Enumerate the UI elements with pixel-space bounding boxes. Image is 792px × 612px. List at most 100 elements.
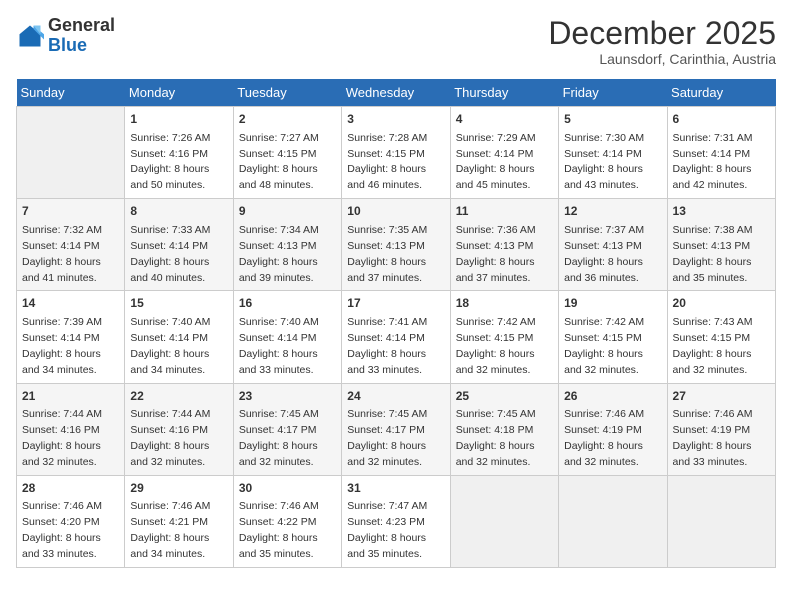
calendar-cell: 22 Sunrise: 7:44 AM Sunset: 4:16 PM Dayli… [125, 383, 233, 475]
calendar-cell: 6 Sunrise: 7:31 AM Sunset: 4:14 PM Daylig… [667, 107, 775, 199]
day-info: Sunrise: 7:35 AM Sunset: 4:13 PM Dayligh… [347, 224, 427, 284]
day-info: Sunrise: 7:44 AM Sunset: 4:16 PM Dayligh… [130, 408, 210, 468]
day-info: Sunrise: 7:34 AM Sunset: 4:13 PM Dayligh… [239, 224, 319, 284]
day-info: Sunrise: 7:36 AM Sunset: 4:13 PM Dayligh… [456, 224, 536, 284]
calendar-cell [17, 107, 125, 199]
calendar-cell: 20 Sunrise: 7:43 AM Sunset: 4:15 PM Dayli… [667, 291, 775, 383]
day-info: Sunrise: 7:32 AM Sunset: 4:14 PM Dayligh… [22, 224, 102, 284]
week-row-5: 28Sunrise: 7:46 AM Sunset: 4:20 PM Dayli… [17, 475, 776, 567]
day-number: 1 [130, 111, 227, 128]
calendar-cell: 8Sunrise: 7:33 AM Sunset: 4:14 PM Daylig… [125, 199, 233, 291]
day-number: 27 [673, 388, 770, 405]
day-number: 10 [347, 203, 444, 220]
month-title: December 2025 [548, 16, 776, 51]
logo-blue-text: Blue [48, 36, 115, 56]
calendar-cell: 9 Sunrise: 7:34 AM Sunset: 4:13 PM Daylig… [233, 199, 341, 291]
day-number: 18 [456, 295, 553, 312]
day-number: 26 [564, 388, 661, 405]
day-number: 11 [456, 203, 553, 220]
page-header: General Blue December 2025 Launsdorf, Ca… [16, 16, 776, 67]
logo-icon [16, 22, 44, 50]
day-info: Sunrise: 7:27 AM Sunset: 4:15 PM Dayligh… [239, 132, 319, 192]
location-subtitle: Launsdorf, Carinthia, Austria [548, 51, 776, 67]
calendar-cell: 31Sunrise: 7:47 AM Sunset: 4:23 PM Dayli… [342, 475, 450, 567]
calendar-cell: 21Sunrise: 7:44 AM Sunset: 4:16 PM Dayli… [17, 383, 125, 475]
day-number: 7 [22, 203, 119, 220]
calendar-cell: 13 Sunrise: 7:38 AM Sunset: 4:13 PM Dayli… [667, 199, 775, 291]
calendar-cell: 23 Sunrise: 7:45 AM Sunset: 4:17 PM Dayli… [233, 383, 341, 475]
week-row-3: 14 Sunrise: 7:39 AM Sunset: 4:14 PM Dayli… [17, 291, 776, 383]
day-number: 30 [239, 480, 336, 497]
calendar-cell: 10 Sunrise: 7:35 AM Sunset: 4:13 PM Dayli… [342, 199, 450, 291]
day-info: Sunrise: 7:29 AM Sunset: 4:14 PM Dayligh… [456, 132, 536, 192]
calendar-cell: 17Sunrise: 7:41 AM Sunset: 4:14 PM Dayli… [342, 291, 450, 383]
day-header-monday: Monday [125, 79, 233, 107]
calendar-cell: 24Sunrise: 7:45 AM Sunset: 4:17 PM Dayli… [342, 383, 450, 475]
day-info: Sunrise: 7:39 AM Sunset: 4:14 PM Dayligh… [22, 316, 102, 376]
day-info: Sunrise: 7:37 AM Sunset: 4:13 PM Dayligh… [564, 224, 644, 284]
day-number: 6 [673, 111, 770, 128]
day-info: Sunrise: 7:47 AM Sunset: 4:23 PM Dayligh… [347, 500, 427, 560]
day-number: 5 [564, 111, 661, 128]
week-row-4: 21 Sunrise: 7:44 AM Sunset: 4:16 PM Dayli… [17, 383, 776, 475]
day-number: 20 [673, 295, 770, 312]
day-number: 3 [347, 111, 444, 128]
day-number: 12 [564, 203, 661, 220]
day-info: Sunrise: 7:28 AM Sunset: 4:15 PM Dayligh… [347, 132, 427, 192]
calendar-cell: 5 Sunrise: 7:30 AM Sunset: 4:14 PM Daylig… [559, 107, 667, 199]
calendar-cell: 26 Sunrise: 7:46 AM Sunset: 4:19 PM Dayli… [559, 383, 667, 475]
day-number: 4 [456, 111, 553, 128]
day-number: 8 [130, 203, 227, 220]
week-row-1: 1 Sunrise: 7:26 AM Sunset: 4:16 PM Daylig… [17, 107, 776, 199]
calendar-cell: 28Sunrise: 7:46 AM Sunset: 4:20 PM Dayli… [17, 475, 125, 567]
calendar-cell [667, 475, 775, 567]
day-info: Sunrise: 7:38 AM Sunset: 4:13 PM Dayligh… [673, 224, 753, 284]
day-number: 19 [564, 295, 661, 312]
day-number: 17 [347, 295, 444, 312]
day-header-wednesday: Wednesday [342, 79, 450, 107]
day-number: 13 [673, 203, 770, 220]
day-info: Sunrise: 7:43 AM Sunset: 4:15 PM Dayligh… [673, 316, 753, 376]
calendar-cell: 15Sunrise: 7:40 AM Sunset: 4:14 PM Dayli… [125, 291, 233, 383]
day-info: Sunrise: 7:42 AM Sunset: 4:15 PM Dayligh… [564, 316, 644, 376]
calendar-cell: 14 Sunrise: 7:39 AM Sunset: 4:14 PM Dayli… [17, 291, 125, 383]
calendar-cell: 27 Sunrise: 7:46 AM Sunset: 4:19 PM Dayli… [667, 383, 775, 475]
calendar-cell: 1 Sunrise: 7:26 AM Sunset: 4:16 PM Daylig… [125, 107, 233, 199]
calendar-cell: 2 Sunrise: 7:27 AM Sunset: 4:15 PM Daylig… [233, 107, 341, 199]
day-header-thursday: Thursday [450, 79, 558, 107]
day-info: Sunrise: 7:31 AM Sunset: 4:14 PM Dayligh… [673, 132, 753, 192]
logo-general-text: General [48, 16, 115, 36]
day-number: 22 [130, 388, 227, 405]
calendar-cell: 25Sunrise: 7:45 AM Sunset: 4:18 PM Dayli… [450, 383, 558, 475]
day-info: Sunrise: 7:46 AM Sunset: 4:19 PM Dayligh… [673, 408, 753, 468]
calendar-cell: 16Sunrise: 7:40 AM Sunset: 4:14 PM Dayli… [233, 291, 341, 383]
calendar-cell: 11 Sunrise: 7:36 AM Sunset: 4:13 PM Dayli… [450, 199, 558, 291]
day-number: 14 [22, 295, 119, 312]
day-info: Sunrise: 7:46 AM Sunset: 4:22 PM Dayligh… [239, 500, 319, 560]
day-info: Sunrise: 7:46 AM Sunset: 4:19 PM Dayligh… [564, 408, 644, 468]
calendar-cell: 4 Sunrise: 7:29 AM Sunset: 4:14 PM Daylig… [450, 107, 558, 199]
day-number: 23 [239, 388, 336, 405]
day-info: Sunrise: 7:45 AM Sunset: 4:17 PM Dayligh… [239, 408, 319, 468]
calendar-cell: 19 Sunrise: 7:42 AM Sunset: 4:15 PM Dayli… [559, 291, 667, 383]
day-number: 9 [239, 203, 336, 220]
day-number: 2 [239, 111, 336, 128]
logo-text: General Blue [48, 16, 115, 56]
day-header-friday: Friday [559, 79, 667, 107]
calendar-cell: 18Sunrise: 7:42 AM Sunset: 4:15 PM Dayli… [450, 291, 558, 383]
day-number: 24 [347, 388, 444, 405]
calendar-table: SundayMondayTuesdayWednesdayThursdayFrid… [16, 79, 776, 568]
calendar-cell: 7 Sunrise: 7:32 AM Sunset: 4:14 PM Daylig… [17, 199, 125, 291]
logo: General Blue [16, 16, 115, 56]
day-number: 29 [130, 480, 227, 497]
calendar-cell: 12 Sunrise: 7:37 AM Sunset: 4:13 PM Dayli… [559, 199, 667, 291]
day-info: Sunrise: 7:40 AM Sunset: 4:14 PM Dayligh… [130, 316, 210, 376]
title-block: December 2025 Launsdorf, Carinthia, Aust… [548, 16, 776, 67]
calendar-cell: 29Sunrise: 7:46 AM Sunset: 4:21 PM Dayli… [125, 475, 233, 567]
day-info: Sunrise: 7:26 AM Sunset: 4:16 PM Dayligh… [130, 132, 210, 192]
day-number: 21 [22, 388, 119, 405]
calendar-cell: 3 Sunrise: 7:28 AM Sunset: 4:15 PM Daylig… [342, 107, 450, 199]
calendar-cell [559, 475, 667, 567]
calendar-cell [450, 475, 558, 567]
day-info: Sunrise: 7:30 AM Sunset: 4:14 PM Dayligh… [564, 132, 644, 192]
